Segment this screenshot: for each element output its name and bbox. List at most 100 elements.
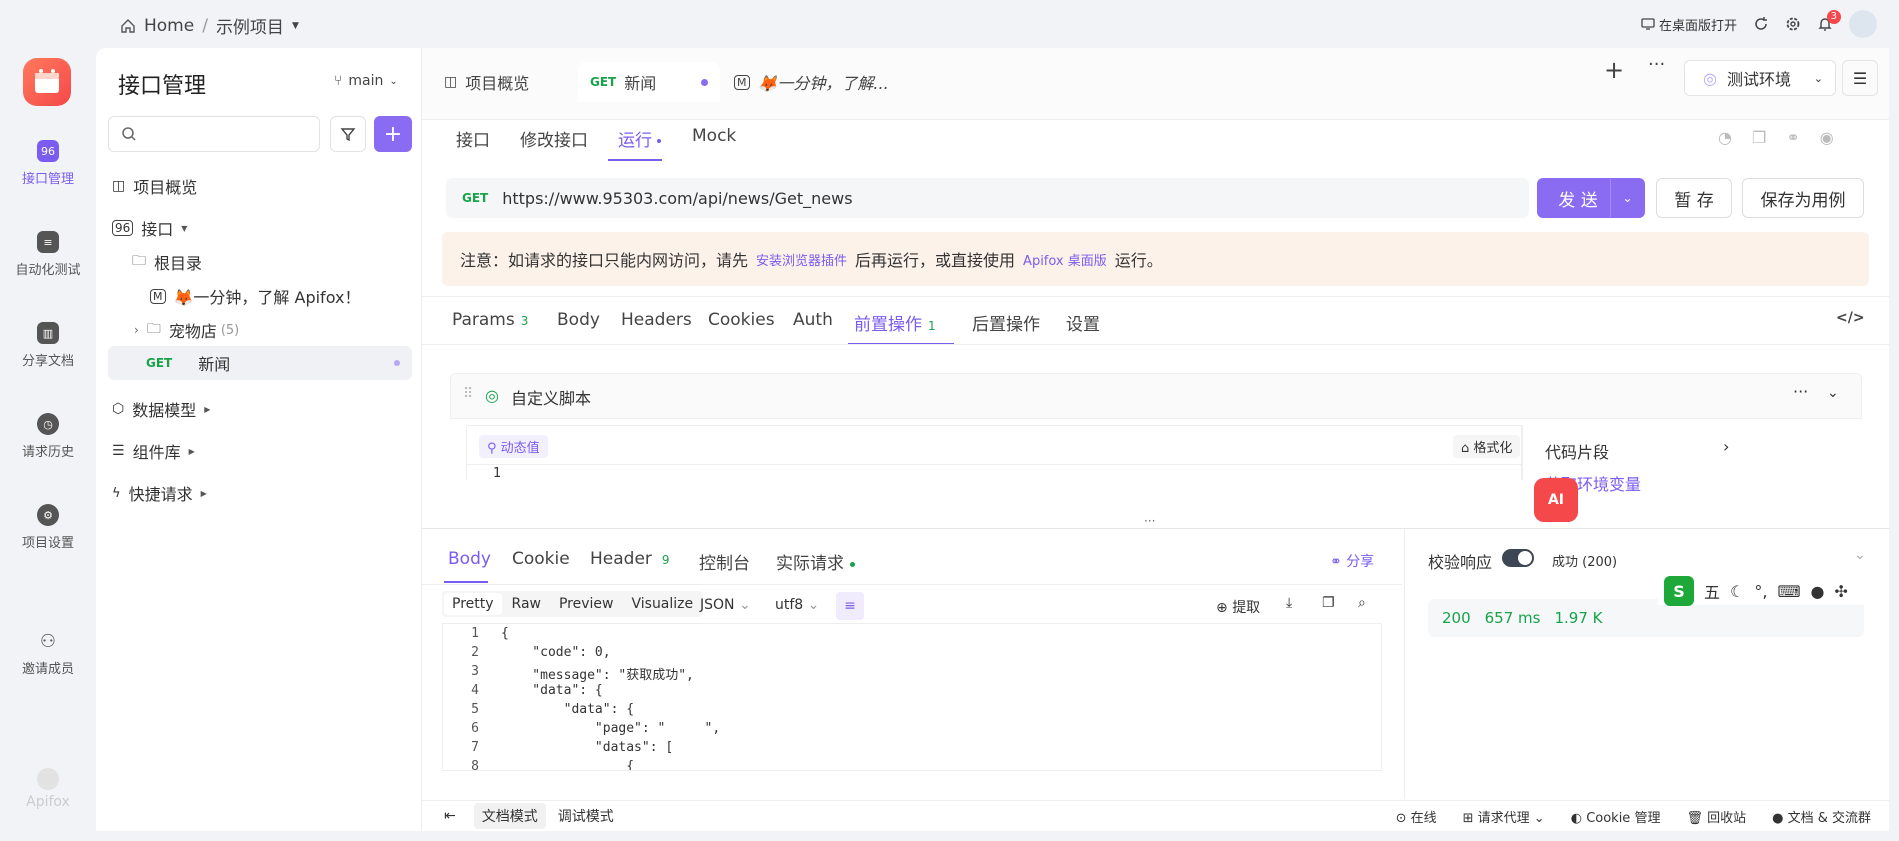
url-input[interactable]: https://www.95303.com/api/news/Get_news: [502, 189, 852, 208]
search-input[interactable]: [108, 116, 320, 152]
branch-selector[interactable]: ⑂ main ⌄: [334, 73, 398, 89]
encoding-select[interactable]: utf8 ⌄: [775, 597, 819, 613]
share-icon[interactable]: ⚭: [1786, 128, 1799, 147]
script-editor[interactable]: ⚲ 动态值 ⌂ 格式化 1: [466, 425, 1523, 481]
view-visualize[interactable]: Visualize: [623, 593, 701, 615]
save-as-case-button[interactable]: 保存为用例: [1742, 178, 1864, 218]
extract-button[interactable]: ⊕ 提取: [1216, 597, 1260, 617]
tree-project-overview[interactable]: ◫ 项目概览: [112, 174, 197, 198]
resp-tab-actual-request[interactable]: 实际请求: [776, 549, 855, 574]
desktop-app-link[interactable]: Apifox 桌面版: [1023, 250, 1107, 269]
reqtab-pre-actions[interactable]: 前置操作 1: [854, 310, 936, 335]
reqtab-body[interactable]: Body: [557, 310, 600, 330]
refresh-icon[interactable]: [1753, 16, 1769, 32]
send-button[interactable]: 发 送 ⌄: [1537, 178, 1645, 218]
reqtab-headers[interactable]: Headers: [621, 310, 692, 330]
caret-down-icon[interactable]: ▼: [292, 21, 299, 31]
nav-project-settings[interactable]: ⚙ 项目设置: [0, 504, 96, 551]
online-status[interactable]: ⊙ 在线: [1396, 807, 1437, 826]
search-icon[interactable]: ⌕: [1358, 595, 1366, 611]
chevron-right-icon[interactable]: ›: [1723, 437, 1729, 456]
code-icon[interactable]: </>: [1836, 310, 1865, 326]
resp-tab-cookie[interactable]: Cookie: [512, 549, 570, 569]
resp-tab-header[interactable]: Header 9: [590, 549, 670, 569]
format-select[interactable]: JSON ⌄: [700, 597, 751, 613]
resp-tab-body[interactable]: Body: [448, 549, 491, 569]
keyboard-icon[interactable]: ⌨: [1777, 582, 1800, 601]
drag-handle-icon[interactable]: ⠿: [463, 386, 473, 402]
chevron-down-icon[interactable]: ⌄: [1854, 547, 1866, 563]
tree-data-models[interactable]: ⬡ 数据模型 ▶: [112, 397, 210, 421]
environment-selector[interactable]: ◎ 测试环境 ⌄: [1684, 60, 1836, 96]
reqtab-cookies[interactable]: Cookies: [708, 310, 775, 330]
cookie-manager-button[interactable]: ◐ Cookie 管理: [1571, 807, 1661, 826]
grid-icon[interactable]: ✣: [1835, 582, 1848, 601]
eye-icon[interactable]: ◉: [1820, 128, 1834, 147]
chevron-down-icon[interactable]: ⌄: [1610, 179, 1644, 217]
subtab-mock[interactable]: Mock: [692, 126, 736, 146]
gear-icon[interactable]: [1785, 16, 1801, 32]
more-icon[interactable]: ···: [1793, 382, 1808, 401]
check-circle-icon[interactable]: ◎: [485, 386, 499, 405]
moon-icon[interactable]: ☾: [1730, 582, 1744, 601]
chevron-down-icon[interactable]: ⌄: [1827, 385, 1839, 401]
tab-doc[interactable]: M 🦊一分钟，了解...: [722, 62, 901, 102]
view-pretty[interactable]: Pretty: [444, 593, 502, 615]
debug-mode-button[interactable]: 调试模式: [550, 803, 622, 829]
subtab-edit-api[interactable]: 修改接口: [520, 126, 588, 151]
nav-request-history[interactable]: ◷ 请求历史: [0, 413, 96, 460]
wrap-icon[interactable]: ≡: [836, 592, 864, 620]
format-button[interactable]: ⌂ 格式化: [1453, 435, 1521, 458]
ai-assistant-icon[interactable]: AI: [1534, 478, 1578, 522]
tree-root-folder[interactable]: 🗀 根目录: [132, 250, 202, 274]
response-code[interactable]: 1 { 2 "code": 0, 3 "message": "获取成功", 4 …: [442, 623, 1382, 771]
nav-share-docs[interactable]: ▥ 分享文档: [0, 322, 96, 369]
add-button[interactable]: +: [374, 116, 412, 152]
ime-logo-icon[interactable]: S: [1664, 576, 1694, 606]
tree-news-item[interactable]: GET 新闻: [108, 346, 412, 380]
tree-api[interactable]: 96 接口 ▼: [112, 216, 187, 240]
breadcrumb-home[interactable]: Home: [144, 16, 194, 36]
resp-tab-console[interactable]: 控制台: [699, 549, 750, 574]
subtab-api[interactable]: 接口: [456, 126, 490, 151]
tree-petstore-folder[interactable]: › 🗀 宠物店 (5): [134, 318, 239, 342]
trash-button[interactable]: 🗑 回收站: [1686, 807, 1746, 826]
view-preview[interactable]: Preview: [551, 593, 622, 615]
copy-icon[interactable]: ❐: [1322, 595, 1335, 611]
reqtab-auth[interactable]: Auth: [793, 310, 833, 330]
download-icon[interactable]: ⤓: [1286, 595, 1292, 611]
proxy-button[interactable]: ⊞ 请求代理 ⌄: [1463, 807, 1545, 826]
breadcrumb-project[interactable]: 示例项目: [216, 13, 284, 38]
tab-news[interactable]: GET 新闻: [578, 62, 720, 102]
reqtab-post-actions[interactable]: 后置操作: [972, 310, 1040, 335]
reqtab-settings[interactable]: 设置: [1066, 310, 1100, 335]
dynamic-value-button[interactable]: ⚲ 动态值: [479, 435, 548, 458]
nav-api-management[interactable]: 96 接口管理: [0, 140, 96, 187]
install-plugin-link[interactable]: 安装浏览器插件: [756, 250, 847, 269]
user-icon[interactable]: ●: [1811, 582, 1825, 601]
avatar[interactable]: [1849, 10, 1877, 38]
open-desktop-button[interactable]: 在桌面版打开: [1641, 15, 1737, 34]
nav-automation-test[interactable]: ≡ 自动化测试: [0, 231, 96, 278]
reqtab-params[interactable]: Params 3: [452, 310, 528, 330]
view-raw[interactable]: Raw: [504, 593, 549, 615]
collapse-sidebar-icon[interactable]: ⇤: [444, 808, 456, 824]
pie-icon[interactable]: ◔: [1718, 128, 1732, 147]
subtab-run[interactable]: 运行: [618, 126, 662, 151]
nav-invite-members[interactable]: ⚇ 邀请成员: [0, 630, 96, 678]
tree-doc-item[interactable]: M 🦊一分钟，了解 Apifox！: [150, 284, 360, 308]
validate-toggle[interactable]: [1502, 549, 1534, 567]
resize-handle-icon[interactable]: ···: [1144, 514, 1155, 528]
filter-button[interactable]: [330, 116, 366, 152]
doc-mode-button[interactable]: 文档模式: [473, 803, 546, 829]
tab-project-overview[interactable]: ◫ 项目概览: [432, 62, 541, 102]
url-bar[interactable]: GET https://www.95303.com/api/news/Get_n…: [446, 178, 1529, 218]
community-button[interactable]: ● 文档 & 交流群: [1772, 807, 1871, 826]
save-temp-button[interactable]: 暂 存: [1656, 178, 1732, 218]
menu-button[interactable]: ☰: [1842, 60, 1878, 96]
punctuation-icon[interactable]: °,: [1754, 582, 1767, 601]
copy-icon[interactable]: ❐: [1752, 128, 1766, 147]
method-badge[interactable]: GET: [462, 191, 488, 205]
tree-quick-request[interactable]: ϟ 快捷请求 ▶: [112, 481, 207, 505]
share-button[interactable]: ⚭ 分享: [1330, 551, 1374, 571]
